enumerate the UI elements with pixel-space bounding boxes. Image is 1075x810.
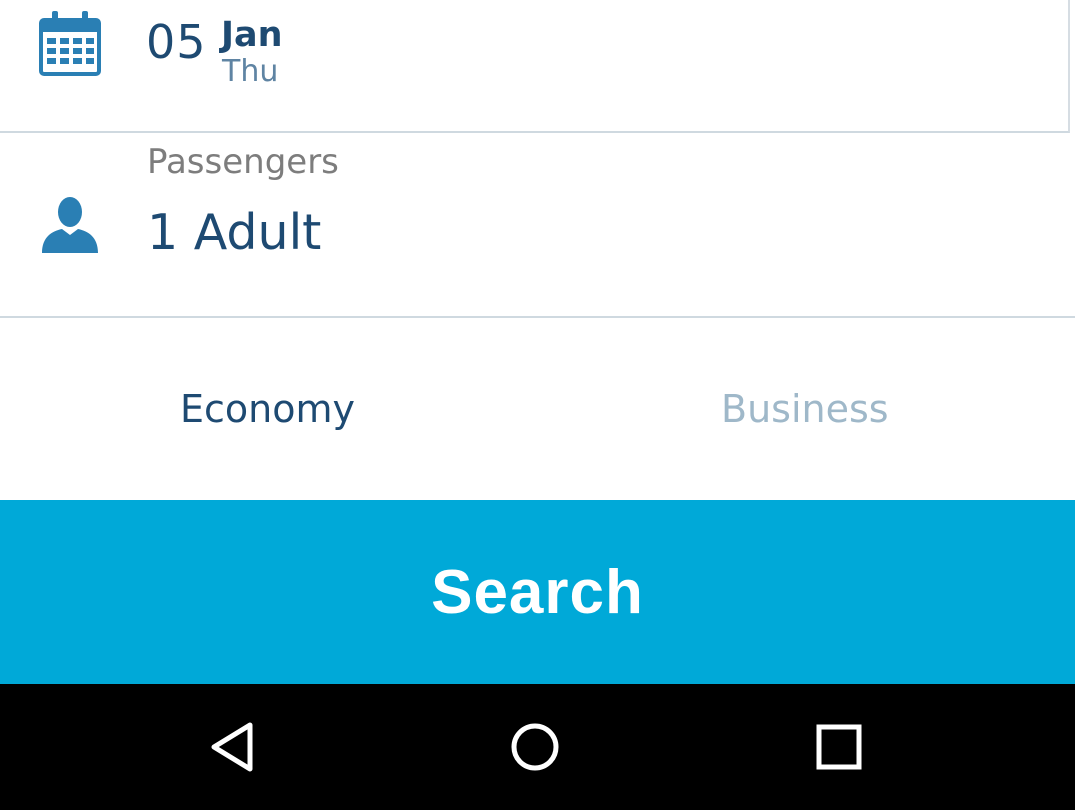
date-month: Jan xyxy=(221,15,283,55)
person-icon xyxy=(42,197,98,253)
flight-search-screen: 05 Jan Thu Passengers 1 Adult Economy Bu… xyxy=(0,0,1075,810)
calendar-icon xyxy=(39,11,101,76)
search-button[interactable]: Search xyxy=(0,500,1075,684)
passengers-label: Passengers xyxy=(147,142,339,182)
system-nav-bar xyxy=(0,684,1075,810)
cabin-class-selector: Economy Business xyxy=(0,318,1075,500)
recents-icon[interactable] xyxy=(812,720,866,774)
tab-economy[interactable]: Economy xyxy=(180,386,355,432)
passengers-field[interactable]: Passengers 1 Adult xyxy=(0,133,1075,318)
date-day: 05 xyxy=(146,15,207,69)
back-icon[interactable] xyxy=(206,720,260,774)
date-weekday: Thu xyxy=(222,54,279,89)
departure-date-field[interactable]: 05 Jan Thu xyxy=(0,0,1070,133)
home-icon[interactable] xyxy=(508,720,562,774)
search-button-label: Search xyxy=(431,557,644,627)
tab-business[interactable]: Business xyxy=(721,386,889,432)
passengers-value: 1 Adult xyxy=(147,204,322,261)
